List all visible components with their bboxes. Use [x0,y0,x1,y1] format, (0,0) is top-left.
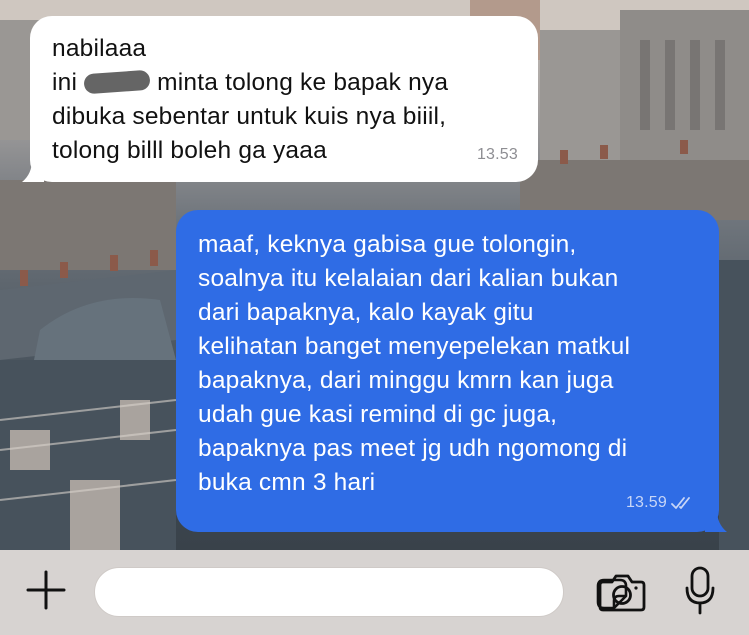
incoming-message-line: nabilaaa [52,35,147,62]
incoming-message-line: ini minta tolong ke bapak nya [52,66,516,100]
outgoing-message-line: buka cmn 3 hari [198,469,376,496]
incoming-message-text: minta tolong ke bapak nya [157,69,449,96]
outgoing-message-time: 13.59 [625,494,667,511]
camera-icon[interactable] [598,572,646,612]
plus-icon[interactable] [26,570,66,610]
message-input[interactable] [113,576,497,610]
outgoing-message-bubble[interactable]: maaf, keknya gabisa gue tolongin, soalny… [176,210,727,532]
outgoing-message-line: bapaknya pas meet jg udh ngomong di [198,435,628,462]
bubble-tail-icon [22,160,44,182]
bubble-tail-icon [705,510,727,532]
outgoing-message-meta: 13.59 [626,486,697,520]
outgoing-message-line: soalnya itu kelalaian dari kalian bukan [198,265,619,292]
message-input-bar [0,550,749,635]
incoming-message-line: dibuka sebentar untuk kuis nya biiil, [52,103,447,130]
outgoing-message-line: kelihatan banget menyepelekan matkul [198,333,631,360]
outgoing-message-line: bapaknya, dari minggu kmrn kan juga [198,367,614,394]
incoming-message-time: 13.53 [476,146,518,163]
outgoing-message-line: maaf, keknya gabisa gue tolongin, [198,231,577,258]
incoming-message-line: tolong billl boleh ga yaaa [52,137,327,164]
incoming-message-bubble[interactable]: nabilaaa ini minta tolong ke bapak nya d… [22,16,538,182]
message-text-field[interactable] [94,567,628,617]
outgoing-message-line: udah gue kasi remind di gc juga, [198,401,558,428]
double-check-icon [671,497,690,509]
outgoing-message-line: dari bapaknya, kalo kayak gitu [198,299,534,326]
incoming-message-prefix: ini [52,69,78,96]
microphone-icon[interactable] [684,566,716,616]
redacted-scribble [84,66,150,96]
